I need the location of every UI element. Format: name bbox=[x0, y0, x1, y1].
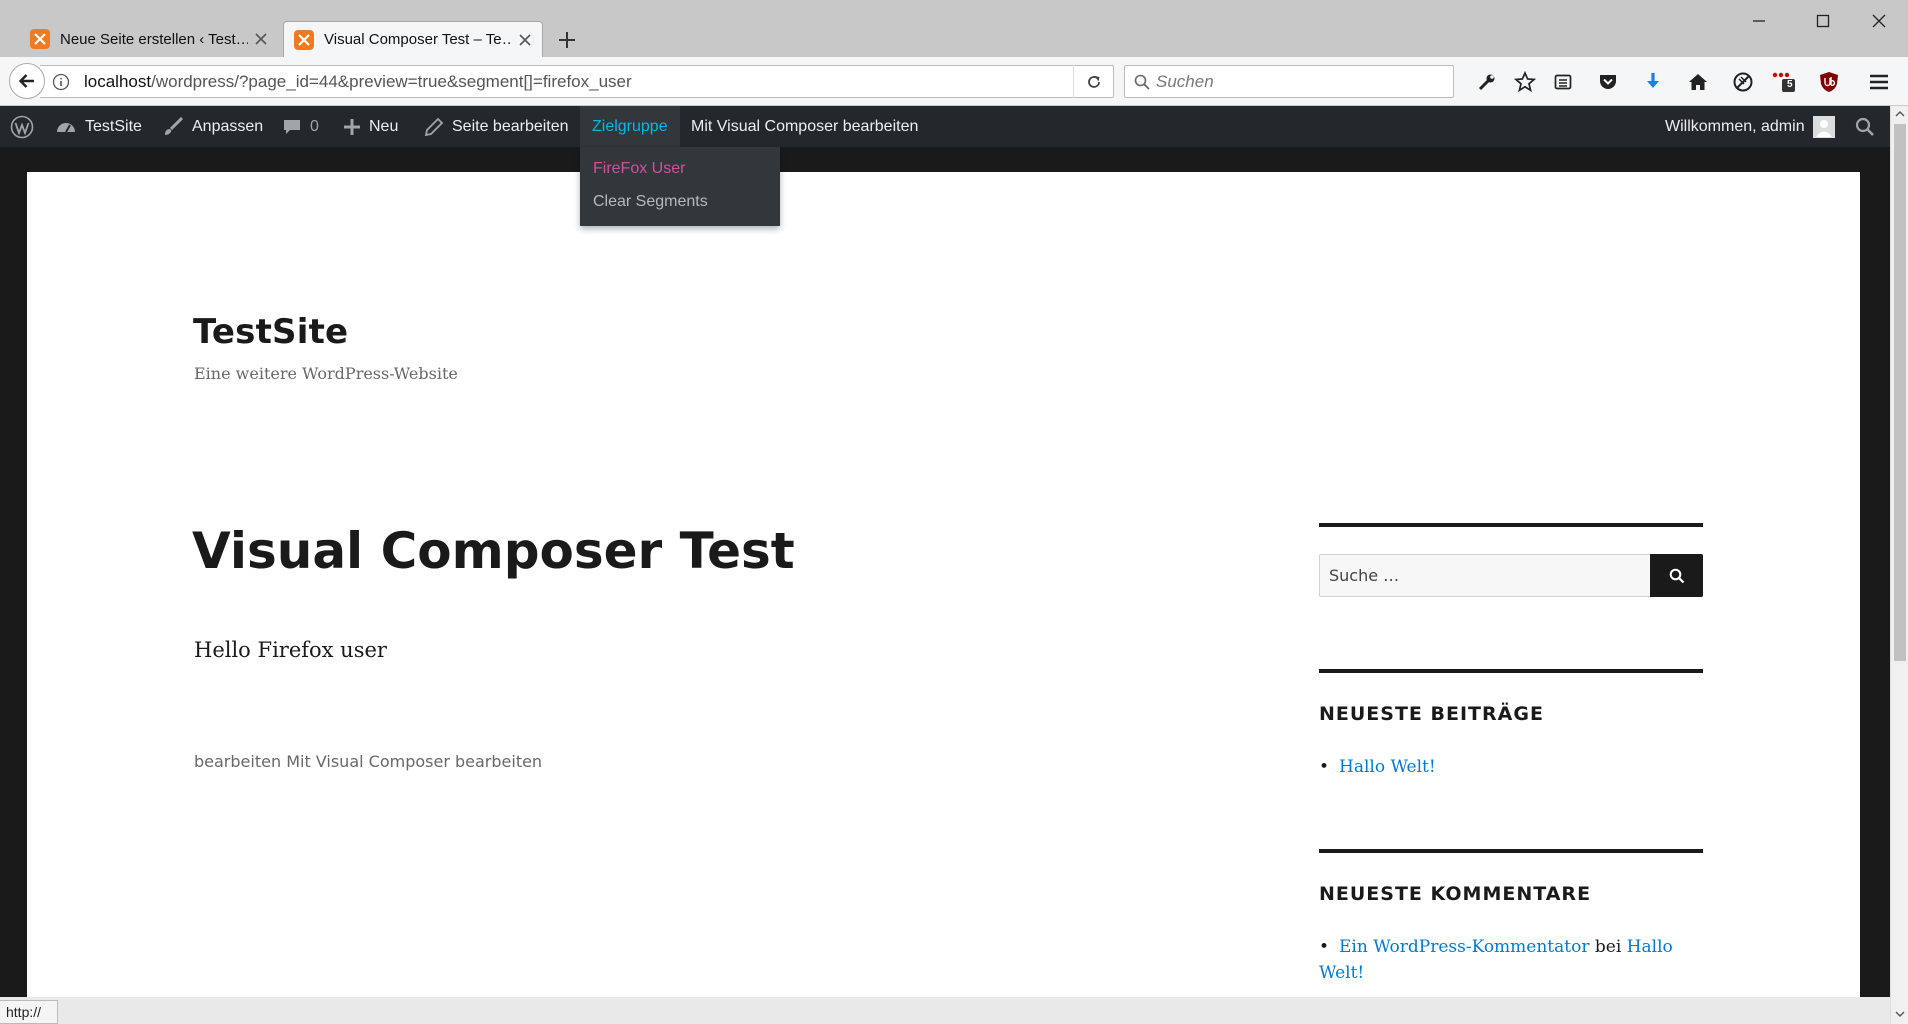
sidebar-search-button[interactable] bbox=[1650, 554, 1703, 597]
xampp-favicon-icon bbox=[30, 29, 50, 49]
target-group-menu[interactable]: Zielgruppe bbox=[580, 106, 680, 147]
comment-bubble-icon bbox=[282, 117, 302, 137]
list-item: • Hallo Welt! bbox=[1319, 754, 1703, 780]
pocket-icon[interactable] bbox=[1595, 69, 1621, 95]
adminbar-search[interactable] bbox=[1855, 106, 1875, 147]
page-scrollbar[interactable] bbox=[1890, 106, 1908, 1024]
bookmarks-list-icon[interactable] bbox=[1550, 69, 1576, 95]
url-bar[interactable]: localhost/wordpress/?page_id=44&preview=… bbox=[40, 65, 1114, 98]
scroll-up-arrow-icon[interactable] bbox=[1891, 106, 1908, 122]
my-account-menu[interactable]: Willkommen, admin bbox=[1665, 106, 1835, 147]
url-host: localhost bbox=[84, 71, 152, 91]
recent-comments-list: • Ein WordPress-Kommentator bei Hallo Wel… bbox=[1319, 934, 1703, 986]
recent-posts-list: • Hallo Welt! bbox=[1319, 754, 1703, 780]
browser-tab-strip: Neue Seite erstellen ‹ Test… Visual Comp… bbox=[0, 0, 1908, 57]
tab-title: Visual Composer Test – Te… bbox=[324, 31, 512, 48]
wp-logo-menu[interactable] bbox=[10, 106, 42, 147]
edit-page-menu[interactable]: Seite bearbeiten bbox=[424, 106, 569, 147]
bookmark-star-icon[interactable] bbox=[1512, 69, 1538, 95]
welcome-label: Willkommen, admin bbox=[1665, 117, 1805, 135]
search-placeholder: Suchen bbox=[1156, 71, 1214, 91]
customize-label: Anpassen bbox=[192, 117, 264, 135]
list-item: • Ein WordPress-Kommentator bei Hallo Wel… bbox=[1319, 934, 1703, 986]
entry-footer: bearbeiten Mit Visual Composer bearbeite… bbox=[194, 752, 542, 771]
target-group-label: Zielgruppe bbox=[592, 117, 668, 135]
bullet-icon: • bbox=[1319, 937, 1330, 957]
bullet-icon: • bbox=[1319, 757, 1330, 777]
download-icon[interactable] bbox=[1640, 69, 1666, 95]
plus-icon bbox=[343, 118, 361, 136]
sidebar-search-input[interactable]: Suche … bbox=[1319, 554, 1651, 597]
comment-connector: bei bbox=[1594, 937, 1622, 957]
avatar bbox=[1812, 115, 1835, 138]
widget-divider bbox=[1319, 669, 1703, 673]
url-text[interactable]: localhost/wordpress/?page_id=44&preview=… bbox=[76, 72, 1073, 92]
recent-posts-title: NEUESTE BEITRÄGE bbox=[1319, 703, 1544, 725]
browser-search-field[interactable]: Suchen bbox=[1124, 65, 1454, 98]
customize-menu[interactable]: Anpassen bbox=[162, 106, 263, 147]
search-icon bbox=[1669, 568, 1685, 584]
vc-edit-link[interactable]: Mit Visual Composer bearbeiten bbox=[286, 752, 542, 771]
site-title[interactable]: TestSite bbox=[193, 312, 348, 352]
search-icon bbox=[1855, 117, 1875, 137]
dashboard-icon bbox=[55, 117, 77, 137]
wrench-icon[interactable] bbox=[1474, 69, 1500, 95]
scroll-down-arrow-icon[interactable] bbox=[1891, 1006, 1908, 1022]
link-status-tooltip: http:// bbox=[0, 1000, 58, 1024]
vc-edit-menu[interactable]: Mit Visual Composer bearbeiten bbox=[691, 106, 918, 147]
comment-author-link[interactable]: Ein WordPress-Kommentator bbox=[1339, 937, 1589, 957]
browser-tab-visual-composer[interactable]: Visual Composer Test – Te… bbox=[283, 21, 543, 57]
url-path: /wordpress/?page_id=44&preview=true&segm… bbox=[151, 71, 632, 91]
paintbrush-icon bbox=[162, 116, 184, 137]
hamburger-menu-icon[interactable] bbox=[1866, 69, 1892, 95]
home-icon[interactable] bbox=[1685, 69, 1711, 95]
site-page: TestSite Eine weitere WordPress-Website … bbox=[27, 172, 1860, 997]
ublock-origin-icon[interactable] bbox=[1816, 69, 1842, 95]
search-icon bbox=[1134, 74, 1150, 90]
minimize-window-button[interactable] bbox=[1736, 6, 1782, 36]
tracking-protection-icon[interactable] bbox=[1730, 69, 1756, 95]
new-content-menu[interactable]: Neu bbox=[343, 106, 398, 147]
browser-tab-new-page[interactable]: Neue Seite erstellen ‹ Test… bbox=[20, 21, 278, 57]
site-info-icon[interactable] bbox=[46, 73, 76, 91]
target-group-submenu: FireFox User Clear Segments bbox=[580, 147, 780, 226]
maximize-window-button[interactable] bbox=[1800, 6, 1846, 36]
close-window-button[interactable] bbox=[1856, 6, 1902, 36]
submenu-clear-segments[interactable]: Clear Segments bbox=[593, 193, 708, 211]
new-label: Neu bbox=[369, 117, 399, 135]
edit-link[interactable]: bearbeiten bbox=[194, 752, 281, 771]
close-tab-icon[interactable] bbox=[512, 27, 538, 53]
site-description: Eine weitere WordPress-Website bbox=[194, 364, 458, 383]
vc-edit-label: Mit Visual Composer bearbeiten bbox=[691, 117, 919, 135]
entry-content: Hello Firefox user bbox=[194, 638, 387, 662]
close-tab-icon[interactable] bbox=[248, 26, 274, 52]
reload-icon[interactable] bbox=[1073, 65, 1113, 98]
browser-navigation-bar: localhost/wordpress/?page_id=44&preview=… bbox=[0, 57, 1908, 106]
pencil-icon bbox=[424, 117, 444, 137]
wordpress-logo-icon bbox=[10, 115, 34, 139]
addon-badge: 5 bbox=[1787, 79, 1793, 90]
recent-comments-title: NEUESTE KOMMENTARE bbox=[1319, 883, 1592, 905]
recent-post-link[interactable]: Hallo Welt! bbox=[1339, 757, 1436, 777]
back-button[interactable] bbox=[9, 63, 45, 99]
comments-menu[interactable]: 0 bbox=[282, 106, 319, 147]
submenu-firefox-user[interactable]: FireFox User bbox=[593, 160, 685, 178]
site-name-menu[interactable]: TestSite bbox=[55, 106, 142, 147]
page-title: Visual Composer Test bbox=[192, 522, 795, 580]
new-tab-button[interactable] bbox=[552, 26, 582, 54]
scrollbar-thumb[interactable] bbox=[1894, 124, 1906, 661]
site-name-label: TestSite bbox=[85, 117, 142, 135]
tab-title: Neue Seite erstellen ‹ Test… bbox=[60, 30, 248, 48]
xampp-favicon-icon bbox=[294, 29, 314, 50]
comments-count: 0 bbox=[310, 117, 319, 135]
edit-page-label: Seite bearbeiten bbox=[452, 117, 569, 135]
widget-divider bbox=[1319, 523, 1703, 527]
wp-admin-bar: TestSite Anpassen 0 Neu Seite bearbeiten… bbox=[0, 106, 1890, 147]
addon-counter-icon[interactable]: 5 bbox=[1771, 69, 1797, 95]
widget-divider bbox=[1319, 849, 1703, 853]
